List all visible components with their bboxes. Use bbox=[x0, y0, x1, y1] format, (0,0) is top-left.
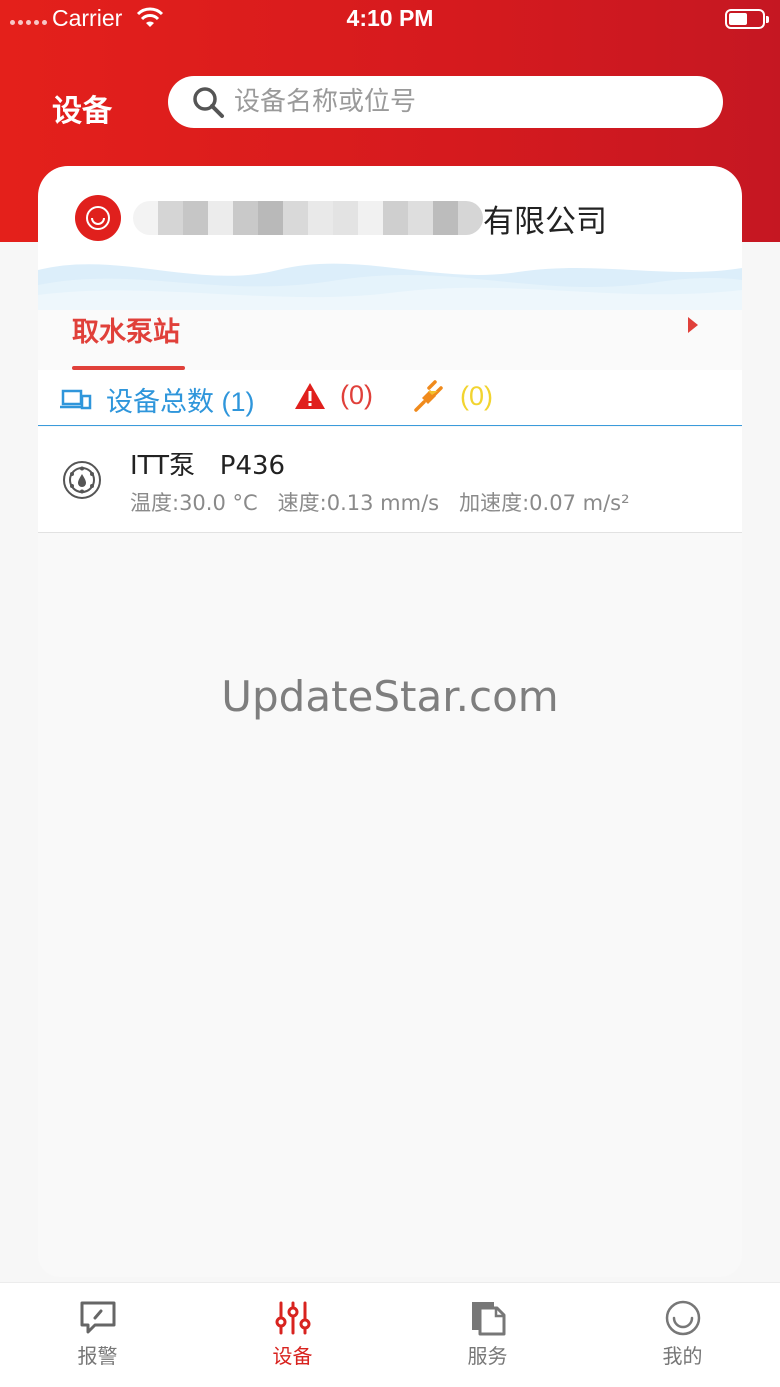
search-icon bbox=[193, 87, 224, 118]
device-count-bar: 设备总数 (1) (0) (0) bbox=[38, 370, 742, 426]
device-metrics: 温度:30.0 °C 速度:0.13 mm/s 加速度:0.07 m/s² bbox=[130, 487, 650, 517]
device-total-filter[interactable]: 设备总数 (1) bbox=[60, 380, 255, 419]
station-tab-bar: 取水泵站 bbox=[38, 310, 742, 370]
tab-intake-pump-station[interactable]: 取水泵站 bbox=[72, 310, 180, 349]
smile-logo-icon bbox=[86, 206, 110, 230]
alarm-filter[interactable]: (0) bbox=[294, 380, 373, 411]
tab-service-label: 服务 bbox=[467, 1344, 508, 1368]
offline-filter[interactable]: (0) bbox=[412, 380, 493, 412]
device-list: ITT泵 P436 温度:30.0 °C 速度:0.13 mm/s 加速度:0.07… bbox=[38, 427, 742, 1277]
company-logo bbox=[75, 195, 121, 241]
company-card: 有限公司 bbox=[38, 166, 742, 310]
tab-devices[interactable]: 设备 bbox=[195, 1283, 390, 1387]
device-total-label: 设备总数 (1) bbox=[106, 387, 255, 417]
list-item[interactable]: ITT泵 P436 温度:30.0 °C 速度:0.13 mm/s 加速度:0.07… bbox=[38, 427, 742, 533]
smile-icon bbox=[665, 1300, 700, 1336]
arrow-right-icon[interactable] bbox=[688, 317, 698, 333]
alarm-count: (0) bbox=[340, 380, 373, 410]
status-bar: Carrier 4:10 PM bbox=[0, 0, 780, 40]
document-icon bbox=[471, 1302, 505, 1336]
device-name: ITT泵 P436 bbox=[130, 451, 286, 481]
tab-service[interactable]: 服务 bbox=[390, 1283, 585, 1387]
alarm-note-icon bbox=[80, 1301, 115, 1334]
search-bar[interactable] bbox=[168, 76, 723, 128]
tab-profile-label: 我的 bbox=[662, 1344, 703, 1368]
page-title: 设备 bbox=[52, 94, 112, 129]
devices-icon bbox=[60, 389, 92, 409]
tab-alarm[interactable]: 报警 bbox=[0, 1283, 195, 1387]
offline-count: (0) bbox=[460, 380, 493, 411]
equalizer-icon bbox=[275, 1301, 310, 1335]
acceleration-value: 加速度:0.07 m/s² bbox=[459, 491, 630, 515]
plug-icon bbox=[414, 380, 443, 412]
tab-profile[interactable]: 我的 bbox=[585, 1283, 780, 1387]
speed-value: 速度:0.13 mm/s bbox=[277, 491, 440, 515]
search-input[interactable] bbox=[234, 87, 704, 117]
temperature-value: 温度:30.0 °C bbox=[130, 491, 258, 515]
battery-icon bbox=[725, 9, 769, 29]
status-time: 4:10 PM bbox=[346, 5, 434, 31]
bottom-tab-bar: 报警 设备 服务 我的 bbox=[0, 1282, 780, 1387]
tab-alarm-label: 报警 bbox=[77, 1344, 118, 1368]
watermark: UpdateStar.com bbox=[221, 672, 559, 721]
pump-icon bbox=[63, 461, 101, 499]
company-name: 有限公司 bbox=[483, 204, 607, 240]
warning-icon bbox=[295, 382, 325, 409]
tab-devices-label: 设备 bbox=[272, 1344, 313, 1368]
company-name-redacted bbox=[133, 201, 483, 235]
wave-decoration bbox=[38, 263, 742, 310]
